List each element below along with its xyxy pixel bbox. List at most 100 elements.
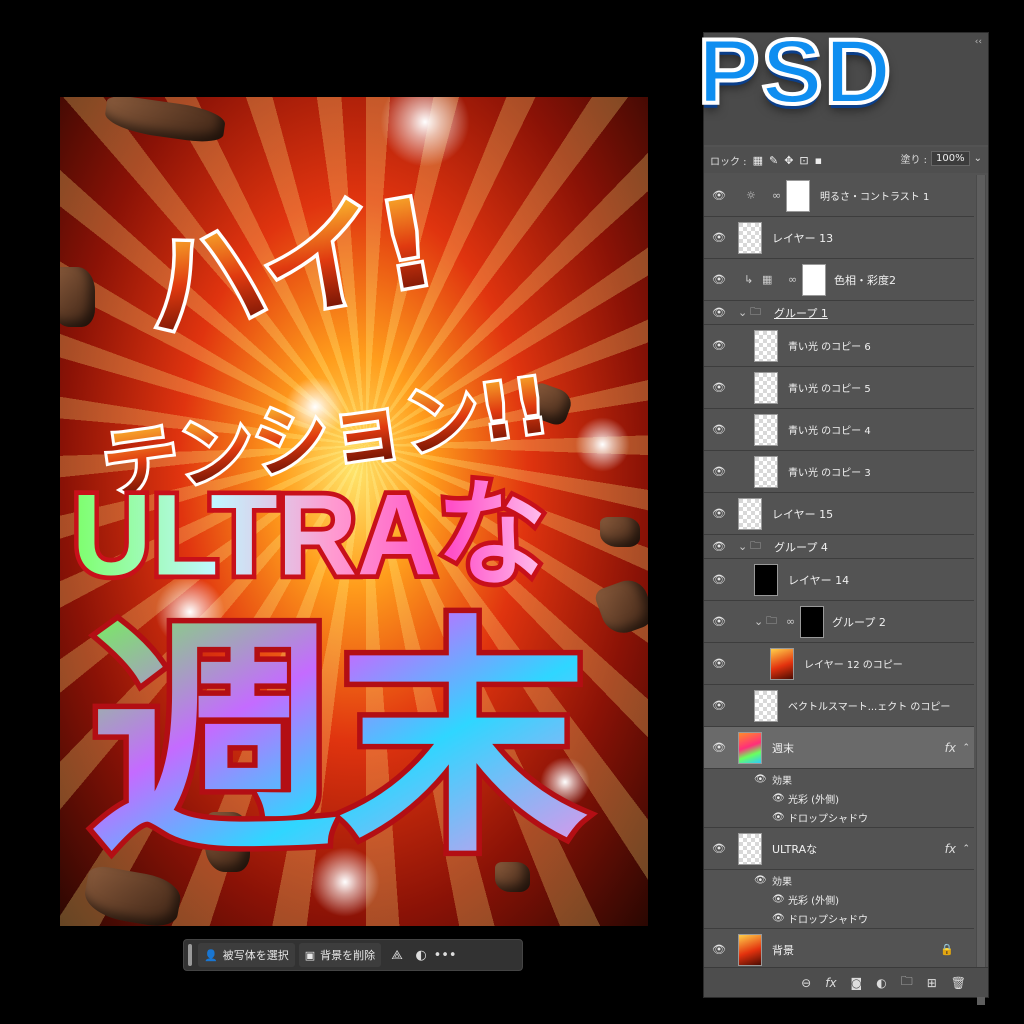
psd-badge: PSD: [696, 21, 894, 123]
eye-icon[interactable]: 👁: [712, 944, 726, 955]
select-subject-button[interactable]: 👤 被写体を選択: [198, 943, 295, 967]
chevron-down-icon[interactable]: ⌄: [754, 615, 763, 628]
effect-row[interactable]: 👁 光彩 (外側): [704, 789, 974, 808]
adjustment-layer-icon[interactable]: ◐: [876, 976, 886, 990]
eye-icon[interactable]: 👁: [712, 508, 726, 519]
eye-icon[interactable]: 👁: [712, 424, 726, 435]
fx-add-icon[interactable]: fx: [825, 976, 836, 990]
layer-row[interactable]: 👁 レイヤー 15: [704, 493, 974, 535]
outer-glow-label: 光彩 (外側): [788, 795, 839, 806]
trash-icon[interactable]: 🗑: [951, 976, 966, 990]
folder-icon: 🗀: [750, 539, 761, 552]
layer-thumbnail: [738, 934, 762, 966]
eye-icon[interactable]: 👁: [712, 843, 726, 854]
effect-row[interactable]: 👁 光彩 (外側): [704, 890, 974, 909]
new-group-icon[interactable]: 🗀: [901, 972, 913, 993]
effect-row[interactable]: 👁 ドロップシャドウ: [704, 909, 974, 929]
eye-icon[interactable]: 👁: [712, 466, 726, 477]
layer-thumbnail: [770, 648, 794, 680]
fill-value-input[interactable]: 100%: [931, 151, 970, 166]
eye-icon[interactable]: 👁: [712, 307, 726, 318]
layer-name: 色相・彩度2: [834, 273, 896, 287]
layer-row[interactable]: 👁 ULTRAな fx ⌃: [704, 828, 974, 870]
eye-icon[interactable]: 👁: [712, 700, 726, 711]
eye-icon[interactable]: 👁: [754, 875, 767, 886]
layer-mask-thumbnail: [800, 606, 824, 638]
brightness-icon: ☼: [746, 189, 756, 202]
layer-name: 青い光 のコピー 3: [788, 468, 871, 479]
layer-row[interactable]: 👁 青い光 のコピー 6: [704, 325, 974, 367]
lock-brush-icon[interactable]: ✎: [769, 154, 778, 167]
eye-icon[interactable]: 👁: [712, 382, 726, 393]
eye-icon[interactable]: 👁: [712, 274, 726, 285]
lock-position-icon[interactable]: ✥: [784, 154, 793, 167]
eye-icon[interactable]: 👁: [772, 894, 785, 905]
effects-row[interactable]: 👁 効果: [704, 870, 974, 890]
eye-icon[interactable]: 👁: [712, 541, 726, 552]
layer-row[interactable]: 👁 ベクトルスマート...ェクト のコピー: [704, 685, 974, 727]
eye-icon[interactable]: 👁: [772, 812, 785, 823]
lock-transparency-icon[interactable]: ▦: [753, 154, 763, 167]
chevron-down-icon[interactable]: ⌄: [974, 153, 982, 164]
chevron-down-icon[interactable]: ⌄: [738, 540, 747, 553]
hue-saturation-icon: ▦: [762, 273, 773, 286]
eye-icon[interactable]: 👁: [712, 658, 726, 669]
layer-row[interactable]: 👁 背景 🔒: [704, 929, 974, 971]
eye-icon[interactable]: 👁: [772, 913, 785, 924]
outer-glow-label: 光彩 (外側): [788, 896, 839, 907]
layer-thumbnail: [754, 564, 778, 596]
fx-icon[interactable]: fx: [945, 842, 956, 856]
drag-handle[interactable]: [188, 944, 192, 966]
link-icon: ∞: [786, 615, 796, 628]
chevron-up-icon[interactable]: ⌃: [962, 743, 970, 753]
layer-name: グループ 1: [774, 306, 828, 320]
layer-row[interactable]: 👁 青い光 のコピー 3: [704, 451, 974, 493]
layer-name: レイヤー 13: [772, 231, 834, 245]
title-line1: ULTRAな: [72, 470, 546, 599]
lock-artboard-icon[interactable]: ⊡: [799, 154, 808, 167]
effect-row[interactable]: 👁 ドロップシャドウ: [704, 808, 974, 828]
eye-icon[interactable]: 👁: [712, 190, 726, 201]
add-mask-icon[interactable]: ◙: [851, 976, 863, 990]
eye-icon[interactable]: 👁: [712, 742, 726, 753]
eye-icon[interactable]: 👁: [712, 340, 726, 351]
layer-row[interactable]: 👁 ↳ ▦ ∞ 色相・彩度2: [704, 259, 974, 301]
transform-icon[interactable]: ⟁: [385, 943, 409, 967]
collapse-icon[interactable]: ‹‹: [975, 37, 982, 47]
adjustment-icon[interactable]: ◐: [409, 943, 433, 967]
layer-row[interactable]: 👁 青い光 のコピー 5: [704, 367, 974, 409]
group-row[interactable]: 👁 ⌄ 🗀 ∞ グループ 2: [704, 601, 974, 643]
eye-icon[interactable]: 👁: [772, 793, 785, 804]
eye-icon[interactable]: 👁: [754, 774, 767, 785]
layer-mask-thumbnail: [802, 264, 826, 296]
lock-row: ロック : ▦ ✎ ✥ ⊡ ▪ 塗り : 100% ⌄: [704, 147, 988, 173]
layer-row[interactable]: 👁 青い光 のコピー 4: [704, 409, 974, 451]
eye-icon[interactable]: 👁: [712, 574, 726, 585]
chevron-down-icon[interactable]: ⌄: [738, 306, 747, 319]
lock-all-icon[interactable]: ▪: [815, 154, 822, 167]
effects-row[interactable]: 👁 効果: [704, 769, 974, 789]
layer-row[interactable]: 👁 レイヤー 14: [704, 559, 974, 601]
link-icon: ∞: [772, 189, 782, 202]
fx-icon[interactable]: fx: [945, 741, 956, 755]
poster-typography: ハイ! テンション!! ULTRAな 週末: [67, 169, 593, 891]
layer-row[interactable]: 👁 レイヤー 12 のコピー: [704, 643, 974, 685]
layer-name: ベクトルスマート...ェクト のコピー: [788, 702, 951, 713]
link-layers-icon[interactable]: ⊖: [801, 976, 811, 990]
new-layer-icon[interactable]: ⊞: [927, 976, 937, 990]
group-row[interactable]: 👁 ⌄ 🗀 グループ 1: [704, 301, 974, 325]
clip-arrow-icon: ↳: [744, 273, 754, 286]
document-canvas[interactable]: ハイ! テンション!! ULTRAな 週末: [60, 97, 648, 926]
eye-icon[interactable]: 👁: [712, 616, 726, 627]
remove-background-button[interactable]: ▣ 背景を削除: [298, 943, 382, 967]
eye-icon[interactable]: 👁: [712, 232, 726, 243]
layer-row[interactable]: 👁 レイヤー 13: [704, 217, 974, 259]
more-options-button[interactable]: •••: [433, 943, 457, 967]
layer-row-selected[interactable]: 👁 週末 fx ⌃: [704, 727, 974, 769]
image-icon: ▣: [304, 948, 316, 962]
group-row[interactable]: 👁 ⌄ 🗀 グループ 4: [704, 535, 974, 559]
scrollbar-thumb[interactable]: [977, 175, 985, 1005]
layers-scrollbar[interactable]: [976, 175, 986, 1005]
layer-row[interactable]: 👁 ☼ ∞ 明るさ・コントラスト 1: [704, 175, 974, 217]
chevron-up-icon[interactable]: ⌃: [962, 844, 970, 854]
